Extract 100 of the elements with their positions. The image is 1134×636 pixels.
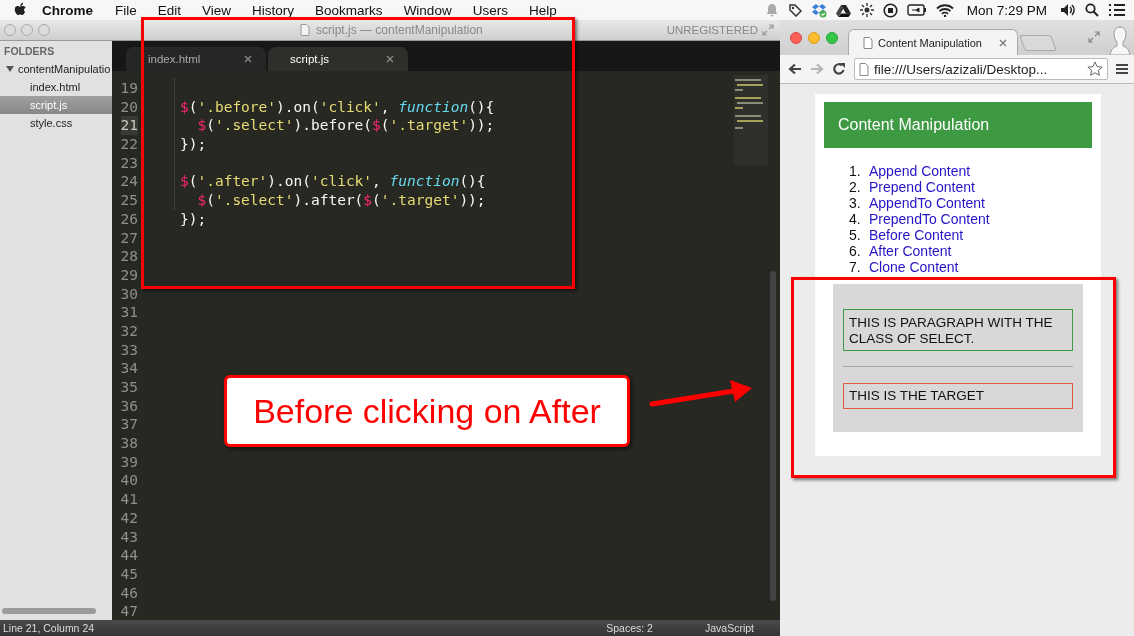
close-icon[interactable] <box>244 55 252 63</box>
line-number: 41 <box>120 490 138 509</box>
editor-tab[interactable]: index.html <box>126 47 266 71</box>
list-number: 6. <box>849 243 862 259</box>
clock[interactable]: Mon 7:29 PM <box>966 2 1047 18</box>
list-number: 4. <box>849 211 862 227</box>
code-line: }); <box>180 209 207 229</box>
search-icon[interactable] <box>1085 3 1099 17</box>
window-button[interactable] <box>826 31 838 44</box>
line-number: 28 <box>120 247 138 266</box>
line-number: 25 <box>120 191 138 210</box>
apple-icon[interactable] <box>14 2 28 18</box>
link[interactable]: Before Content <box>869 227 964 243</box>
list-number: 7. <box>849 259 862 275</box>
list-number: 5. <box>849 227 862 243</box>
line-number: 40 <box>120 471 138 491</box>
page-icon <box>859 62 869 76</box>
line-number: 19 <box>120 79 138 98</box>
code-line: }); <box>180 135 207 154</box>
code-line: $('.before').on('click', function(){ <box>180 97 495 117</box>
line-number: 22 <box>120 135 138 154</box>
line-number: 30 <box>120 284 138 304</box>
syntax-setting[interactable]: JavaScript <box>704 622 754 634</box>
menu-item[interactable]: History <box>252 2 295 18</box>
line-number: 37 <box>120 415 138 435</box>
tag-icon[interactable] <box>787 3 802 17</box>
menu-icon[interactable] <box>1116 63 1128 75</box>
address-field[interactable]: file:///Users/azizali/Desktop... <box>854 58 1108 80</box>
line-number: 43 <box>120 527 138 547</box>
link[interactable]: Append Content <box>869 163 971 179</box>
link[interactable]: AppendTo Content <box>869 195 985 211</box>
line-number: 38 <box>120 434 138 453</box>
line-number: 39 <box>120 452 138 472</box>
triangle-icon[interactable] <box>835 3 851 17</box>
line-number: 42 <box>120 508 138 528</box>
line-number: 26 <box>120 209 138 229</box>
link[interactable]: Prepend Content <box>869 179 975 195</box>
expand-icon[interactable] <box>1088 31 1100 43</box>
tree-item[interactable]: contentManipulatio <box>0 60 112 78</box>
line-number: 32 <box>120 321 138 341</box>
line-number: 46 <box>120 583 138 603</box>
select-paragraph: THIS IS PARAGRAPH WITH THE CLASS OF SELECT. <box>843 309 1073 351</box>
list-number: 1. <box>849 163 862 179</box>
menu-item[interactable]: Help <box>528 2 557 18</box>
line-number: 33 <box>120 340 138 360</box>
indentation-setting[interactable]: Spaces: 2 <box>606 622 653 634</box>
close-icon[interactable] <box>999 38 1007 47</box>
code-line: $('.select').after($('.target')); <box>196 191 486 210</box>
scrollbar[interactable] <box>2 608 96 614</box>
line-number: 34 <box>120 359 138 378</box>
line-number: 47 <box>120 602 138 621</box>
cursor-position: Line 21, Column 24 <box>3 622 95 634</box>
sidebar-heading: FOLDERS <box>3 44 56 59</box>
list-number: 2. <box>849 179 862 195</box>
list-icon[interactable] <box>1108 3 1126 17</box>
window-title: script.js — contentManipulation <box>316 23 483 37</box>
tree-item[interactable]: style.css <box>0 114 112 132</box>
document-icon <box>300 24 310 36</box>
link[interactable]: Clone Content <box>869 259 959 275</box>
license-label: UNREGISTERED <box>666 24 758 36</box>
battery-icon[interactable] <box>906 4 927 16</box>
line-number: 44 <box>120 546 138 565</box>
menu-item[interactable]: Users <box>472 2 508 18</box>
menu-item[interactable]: View <box>202 2 232 18</box>
line-number: 31 <box>120 303 138 322</box>
close-icon[interactable] <box>386 55 394 63</box>
box-icon[interactable] <box>810 2 827 18</box>
line-number: 23 <box>120 153 138 173</box>
code-line: $('.select').before($('.target')); <box>196 116 495 136</box>
volume-icon[interactable] <box>1060 3 1076 17</box>
window-button[interactable] <box>790 31 802 44</box>
link[interactable]: After Content <box>869 243 952 259</box>
browser-tab[interactable]: Content Manipulation <box>848 29 1018 55</box>
menu-item[interactable]: File <box>115 2 137 18</box>
code-line: $('.after').on('click', function(){ <box>180 172 486 192</box>
reload-icon[interactable] <box>832 62 846 76</box>
expanded-triangle-icon[interactable] <box>6 65 14 73</box>
page-heading: Content Manipulation <box>824 102 1092 148</box>
record-icon[interactable] <box>882 2 898 18</box>
line-number: 20 <box>120 97 138 117</box>
brightness-icon[interactable] <box>859 3 874 17</box>
back-arrow-icon[interactable] <box>788 63 802 75</box>
code-minimap[interactable] <box>734 75 768 165</box>
line-number: 27 <box>120 228 138 248</box>
callout-label: Before clicking on After <box>224 375 630 447</box>
menu-item[interactable]: Window <box>403 2 452 18</box>
page-icon <box>863 36 873 49</box>
editor-tab[interactable]: script.js <box>268 47 408 71</box>
menu-item[interactable]: Edit <box>157 2 182 18</box>
list-number: 3. <box>849 195 862 211</box>
line-number: 29 <box>120 265 138 285</box>
app-menu[interactable]: Chrome <box>42 2 93 18</box>
target-paragraph: THIS IS THE TARGET <box>843 383 1073 409</box>
star-icon[interactable] <box>1087 61 1103 77</box>
menu-item[interactable]: Bookmarks <box>315 2 383 18</box>
link[interactable]: PrependTo Content <box>869 211 990 227</box>
scrollbar[interactable] <box>770 271 776 601</box>
line-number: 35 <box>120 378 138 397</box>
tree-item[interactable]: index.html <box>0 78 112 96</box>
wifi-icon[interactable] <box>935 3 954 17</box>
